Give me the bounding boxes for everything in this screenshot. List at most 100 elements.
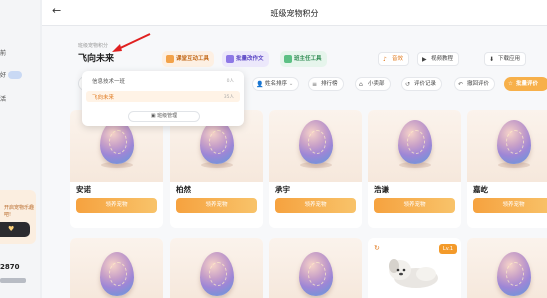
evaluation-log-button[interactable]: ↺ 评价记录 (401, 77, 443, 91)
adopt-pet-button[interactable]: 领养宠物 (76, 198, 157, 213)
class-selector-name: 飞向未来 (78, 54, 115, 64)
refresh-icon[interactable]: ↻ (374, 244, 380, 252)
shop-label: 小卖部 (368, 81, 385, 87)
manage-icon: ▣ (150, 113, 156, 119)
batch-essay-icon (226, 55, 234, 63)
sidebar-toggle[interactable] (8, 71, 22, 79)
list-icon: ≡ (312, 81, 318, 88)
download-icon: ⬇ (489, 56, 495, 63)
class-option-name: 飞向未来 (92, 95, 115, 101)
heart-icon: ♥ (8, 225, 15, 233)
class-manage-button[interactable]: ▣ 班级管理 (128, 111, 200, 122)
student-card[interactable]: 嘉屹 领养宠物 (467, 110, 547, 228)
sidebar-item-1[interactable]: 前 (0, 48, 6, 57)
pet-egg-icon (497, 252, 531, 296)
pet-art (70, 238, 163, 298)
pet-art (467, 110, 547, 182)
student-name: 承宇 (275, 185, 290, 194)
pet-egg-icon (398, 120, 432, 164)
sort-by-name-button[interactable]: 👤 姓名排序 ⌄ (252, 77, 300, 91)
video-icon: ▶ (422, 56, 427, 63)
class-option-name: 信息技术一班 (92, 79, 126, 85)
sidebar-subtext (0, 278, 26, 283)
sidebar-number: 2870 (0, 263, 20, 271)
pet-art (368, 110, 461, 182)
batch-essay-label: 批量改作文 (236, 56, 264, 62)
pet-egg-icon (497, 120, 531, 164)
student-name: 嘉屹 (473, 185, 488, 194)
class-option-count: 35人 (223, 95, 234, 100)
class-selector-label: 班级宠物积分 (78, 43, 109, 49)
classroom-tools-icon (166, 55, 174, 63)
student-card[interactable]: 浩谦 领养宠物 (368, 110, 461, 228)
classroom-tools-label: 课堂互动工具 (176, 56, 210, 62)
video-tutorial-button[interactable]: ▶ 视频教程 (417, 52, 460, 66)
batch-evaluation-label: 批量评价 (516, 81, 539, 87)
star-icon: ☆ (508, 81, 513, 87)
evaluation-log-label: 评价记录 (414, 81, 437, 87)
pet-art (269, 110, 362, 182)
undo-evaluation-button[interactable]: ↶ 撤回评价 (454, 77, 496, 91)
red-arrow-annotation (112, 33, 151, 52)
classroom-tools-button[interactable]: 课堂互动工具 (162, 51, 215, 67)
adopt-pet-button[interactable]: 领养宠物 (176, 198, 257, 213)
chevron-down-icon: ⌄ (288, 81, 294, 87)
adopt-pet-button[interactable]: 领养宠物 (374, 198, 455, 213)
pet-egg-icon (200, 252, 234, 296)
music-note-icon: ♪ (383, 56, 387, 63)
pet-egg-icon (200, 120, 234, 164)
class-option[interactable]: 信息技术一班 0人 (86, 75, 240, 86)
pet-egg-icon (100, 120, 134, 164)
student-card[interactable]: 柏然 领养宠物 (170, 110, 263, 228)
download-app-button[interactable]: ⬇ 下载应用 (484, 52, 527, 66)
sidebar: 前 好 活 开启宠物乐趣吧! ♥ 2870 (0, 0, 40, 298)
teacher-tools-button[interactable]: 班主任工具 (280, 51, 327, 67)
shop-icon: ⌂ (359, 81, 363, 88)
history-icon: ↺ (405, 81, 411, 88)
sidebar-promo-text: 开启宠物乐趣吧! (4, 205, 35, 218)
sort-label: 姓名排序 (265, 81, 288, 87)
student-card[interactable] (269, 238, 362, 298)
batch-evaluation-button[interactable]: ☆ 批量评价 (504, 77, 547, 91)
student-card[interactable] (170, 238, 263, 298)
undo-evaluation-label: 撤回评价 (467, 81, 490, 87)
shop-button[interactable]: ⌂ 小卖部 (355, 77, 391, 91)
class-option-count: 0人 (226, 79, 234, 84)
leaderboard-button[interactable]: ≡ 排行榜 (308, 77, 344, 91)
pet-art: ↻ Lv.1 (368, 238, 461, 298)
pet-egg-icon (299, 120, 333, 164)
sound-label: 音效 (392, 56, 404, 62)
adopt-pet-button[interactable]: 领养宠物 (275, 198, 356, 213)
leaderboard-label: 排行榜 (321, 81, 338, 87)
teacher-tools-icon (284, 55, 292, 63)
sidebar-dark-button[interactable]: ♥ (0, 222, 30, 237)
sound-button[interactable]: ♪ 音效 (378, 52, 410, 66)
sidebar-item-3[interactable]: 活 (0, 94, 6, 103)
sidebar-item-2[interactable]: 好 (0, 70, 6, 79)
adopt-pet-button[interactable]: 领养宠物 (473, 198, 547, 213)
student-card[interactable]: ↻ (467, 238, 547, 298)
pet-art (269, 238, 362, 298)
class-option-selected[interactable]: 飞向未来 35人 (86, 91, 240, 102)
student-card[interactable]: ↻ Lv.1 (368, 238, 461, 298)
student-name: 柏然 (176, 185, 191, 194)
video-tutorial-label: 视频教程 (431, 56, 454, 62)
class-manage-label: 班级管理 (157, 113, 178, 119)
student-card[interactable]: 承宇 领养宠物 (269, 110, 362, 228)
undo-icon: ↶ (458, 81, 464, 88)
page-title: 班级宠物积分 (270, 9, 319, 18)
top-bar: ← 班级宠物积分 (42, 0, 547, 26)
download-app-label: 下载应用 (498, 56, 521, 62)
main-panel: ← 班级宠物积分 班级宠物积分 飞向未来 课堂互动工具 批量改作文 班主任工具 … (42, 0, 547, 298)
student-name: 浩谦 (374, 185, 389, 194)
pet-egg-icon (299, 252, 333, 296)
class-dropdown: 信息技术一班 0人 飞向未来 35人 ▣ 班级管理 (82, 71, 244, 126)
class-selector[interactable]: 班级宠物积分 飞向未来 (78, 42, 114, 64)
student-name: 安诺 (76, 185, 91, 194)
batch-essay-button[interactable]: 批量改作文 (222, 51, 269, 67)
student-card[interactable] (70, 238, 163, 298)
puppy-pet-icon (389, 259, 438, 288)
pet-art: ↻ (467, 238, 547, 298)
student-card[interactable]: 安诺 领养宠物 (70, 110, 163, 228)
pet-art (170, 238, 263, 298)
